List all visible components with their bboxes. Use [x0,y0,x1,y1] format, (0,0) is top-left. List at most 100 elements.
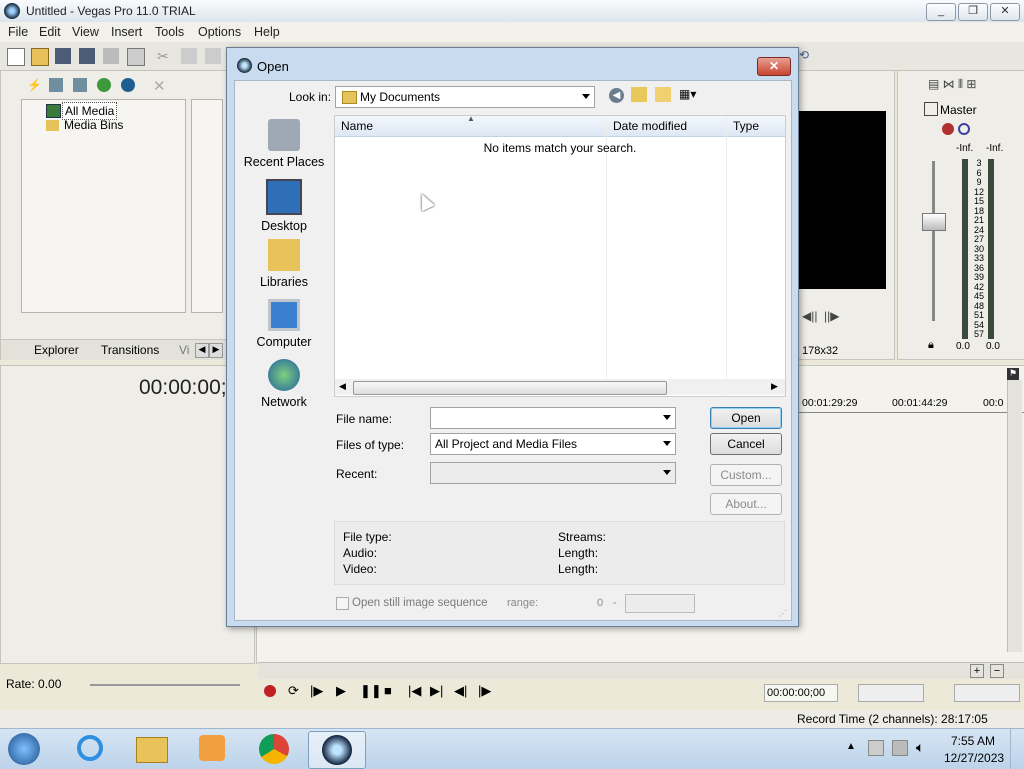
menu-insert[interactable]: Insert [111,25,142,39]
rate-slider[interactable] [90,684,240,686]
undo-icon[interactable]: ⟲ [799,48,815,64]
menu-view[interactable]: View [72,25,99,39]
menu-file[interactable]: File [8,25,28,39]
refresh-icon[interactable] [97,78,111,92]
dialog-close-button[interactable]: ✕ [757,57,791,76]
next-frame-icon[interactable]: ||▶ [824,309,839,323]
clock-date[interactable]: 12/27/2023 [944,751,1004,765]
vegas-pro-taskbar-icon[interactable] [308,731,366,769]
save-as-icon[interactable] [79,48,95,64]
custom-button[interactable]: Custom... [710,464,782,486]
scroll-left-icon[interactable]: ◀ [339,381,346,392]
tab-transitions[interactable]: Transitions [101,343,159,357]
look-in-combo[interactable]: My Documents [335,86,595,108]
column-divider[interactable] [606,116,607,396]
menu-tools[interactable]: Tools [155,25,184,39]
selection-length-field[interactable] [954,684,1020,702]
play-button[interactable]: ▶ [336,683,346,699]
save-icon[interactable] [55,48,71,64]
tabs-scroll-left[interactable]: ◀ [195,343,209,358]
marker-icon[interactable]: ⚑ [1007,368,1019,380]
close-window-button[interactable]: ✕ [990,3,1020,21]
still-sequence-checkbox[interactable] [336,597,349,610]
view-menu-icon[interactable]: ▦▾ [679,87,703,102]
files-of-type-select[interactable]: All Project and Media Files [430,433,676,455]
network-status-icon[interactable] [892,740,908,756]
show-desktop-button[interactable] [1010,729,1024,769]
file-list-hscroll[interactable]: ◀ ▶ [335,379,785,395]
place-recent-places[interactable]: Recent Places [239,119,329,169]
start-orb-icon[interactable] [0,731,48,767]
up-folder-icon[interactable] [631,87,647,102]
zoom-out-button[interactable]: + [970,664,984,678]
stop-button[interactable]: ■ [384,683,392,698]
volume-muted-icon[interactable]: 🔈︎ [916,739,924,756]
import-icon[interactable] [73,78,87,92]
restore-button[interactable]: ❐ [958,3,988,21]
column-name[interactable]: Name [341,119,373,133]
open-icon[interactable] [31,48,49,66]
record-button[interactable] [264,685,276,697]
next-frame-button[interactable]: |▶ [478,683,491,699]
pin-icon[interactable]: ⚡ [27,78,42,92]
solo-icon[interactable] [958,123,970,135]
lock-icon[interactable]: 🔒︎ [928,339,934,352]
range-to-input[interactable] [625,594,695,613]
internet-explorer-icon[interactable] [62,731,118,767]
show-hidden-icons[interactable]: ▲ [846,741,856,752]
cancel-button[interactable]: Cancel [710,433,782,455]
menu-edit[interactable]: Edit [39,25,61,39]
tab-explorer[interactable]: Explorer [34,343,79,357]
paste-icon[interactable] [205,48,221,64]
place-desktop[interactable]: Desktop [239,179,329,233]
menu-options[interactable]: Options [198,25,241,39]
properties-icon[interactable] [127,48,145,66]
zoom-in-button[interactable]: − [990,664,1004,678]
master-fader[interactable] [922,213,946,231]
open-button[interactable]: Open [710,407,782,429]
go-to-start-button[interactable]: |◀ [408,683,421,699]
recent-select[interactable] [430,462,676,484]
scroll-thumb[interactable] [353,381,667,395]
go-to-end-button[interactable]: ▶| [430,683,443,699]
place-network[interactable]: Network [239,359,329,409]
scroll-right-icon[interactable]: ▶ [771,381,778,392]
search-icon[interactable] [121,78,135,92]
new-folder-icon[interactable] [655,87,671,102]
windows-explorer-icon[interactable] [124,731,180,767]
place-libraries[interactable]: Libraries [239,239,329,289]
column-date-modified[interactable]: Date modified [613,119,687,133]
menu-help[interactable]: Help [254,25,280,39]
master-fx-icon[interactable] [924,102,938,116]
prev-frame-icon[interactable]: ◀|| [802,309,817,323]
cut-icon[interactable]: ✂ [157,48,173,64]
tab-video-fx[interactable]: Vi [179,343,189,357]
file-list[interactable]: Name ▲ Date modified Type No items match… [334,114,786,397]
pause-button[interactable]: ❚❚ [360,683,382,699]
vertical-scrollbar[interactable] [1007,380,1022,652]
place-computer[interactable]: Computer [239,299,329,349]
prev-frame-button[interactable]: ◀| [454,683,467,699]
tree-item-media-bins[interactable]: Media Bins [64,118,123,132]
new-icon[interactable] [7,48,25,66]
timeline-hscroll[interactable]: + − [258,662,1024,679]
column-type[interactable]: Type [733,119,759,133]
back-icon[interactable]: ◀ [609,88,624,103]
action-center-icon[interactable] [868,740,884,756]
loop-button[interactable]: ⟳ [288,683,299,699]
capture-icon[interactable] [49,78,63,92]
copy-icon[interactable] [181,48,197,64]
media-player-icon[interactable] [184,731,240,767]
play-from-start-button[interactable]: |▶ [310,683,323,699]
column-divider-2[interactable] [726,116,727,396]
delete-icon[interactable]: ✕ [153,77,166,95]
selection-start-field[interactable] [858,684,924,702]
mute-icon[interactable] [942,123,954,135]
chrome-icon[interactable] [246,731,302,767]
tabs-scroll-right[interactable]: ▶ [209,343,223,358]
render-icon[interactable] [103,48,119,64]
clock-time[interactable]: 7:55 AM [951,734,995,748]
resize-grip-icon[interactable]: ⋰ [779,609,787,618]
about-button[interactable]: About... [710,493,782,515]
minimize-button[interactable]: _ [926,3,956,21]
